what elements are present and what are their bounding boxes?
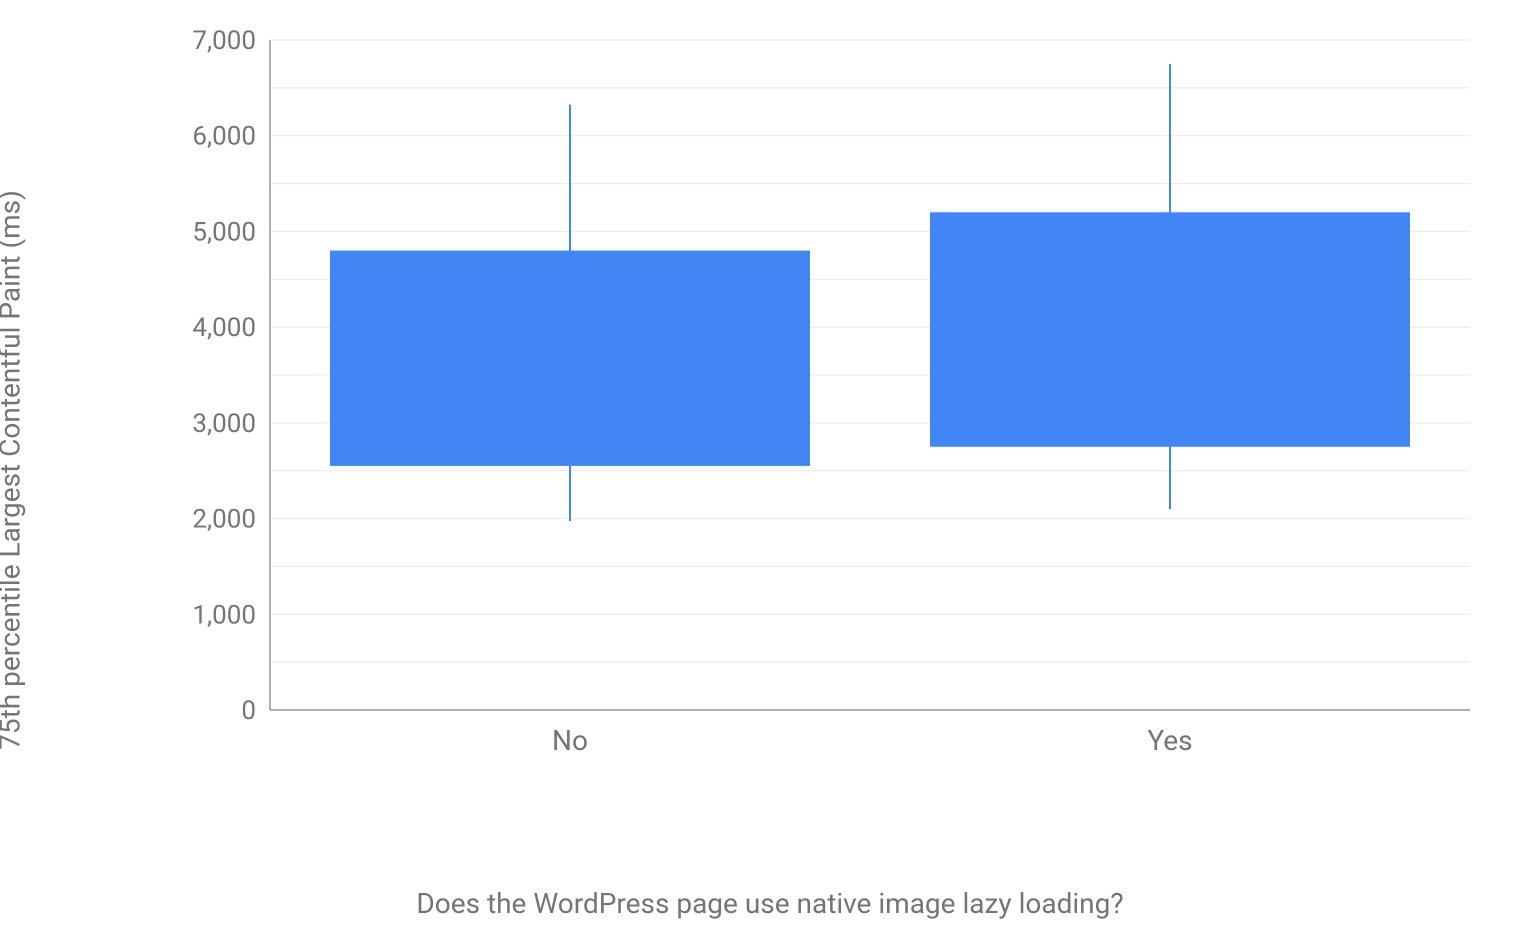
box-yes bbox=[930, 212, 1410, 446]
y-tick-label: 2,000 bbox=[192, 505, 256, 535]
x-axis-title: Does the WordPress page use native image… bbox=[416, 887, 1123, 920]
box-plot-chart: 75th percentile Largest Contentful Paint… bbox=[0, 0, 1540, 940]
y-tick-label: 1,000 bbox=[192, 600, 256, 630]
x-category-label: No bbox=[552, 724, 588, 757]
y-tick-label: 7,000 bbox=[192, 26, 256, 56]
plot-svg: 01,0002,0003,0004,0005,0006,0007,000NoYe… bbox=[170, 30, 1490, 770]
x-category-label: Yes bbox=[1147, 724, 1192, 757]
y-axis-title: 75th percentile Largest Contentful Paint… bbox=[0, 70, 27, 870]
y-tick-label: 3,000 bbox=[192, 409, 256, 439]
y-tick-label: 0 bbox=[241, 696, 256, 726]
y-tick-label: 6,000 bbox=[192, 122, 256, 152]
box-no bbox=[330, 251, 810, 466]
y-ticks: 0 1,000 2,000 3,000 4,000 5,000 6,000 7,000 bbox=[192, 26, 256, 726]
y-tick-label: 4,000 bbox=[192, 313, 256, 343]
y-tick-label: 5,000 bbox=[192, 217, 256, 247]
plot-area: 01,0002,0003,0004,0005,0006,0007,000NoYe… bbox=[170, 30, 1490, 770]
